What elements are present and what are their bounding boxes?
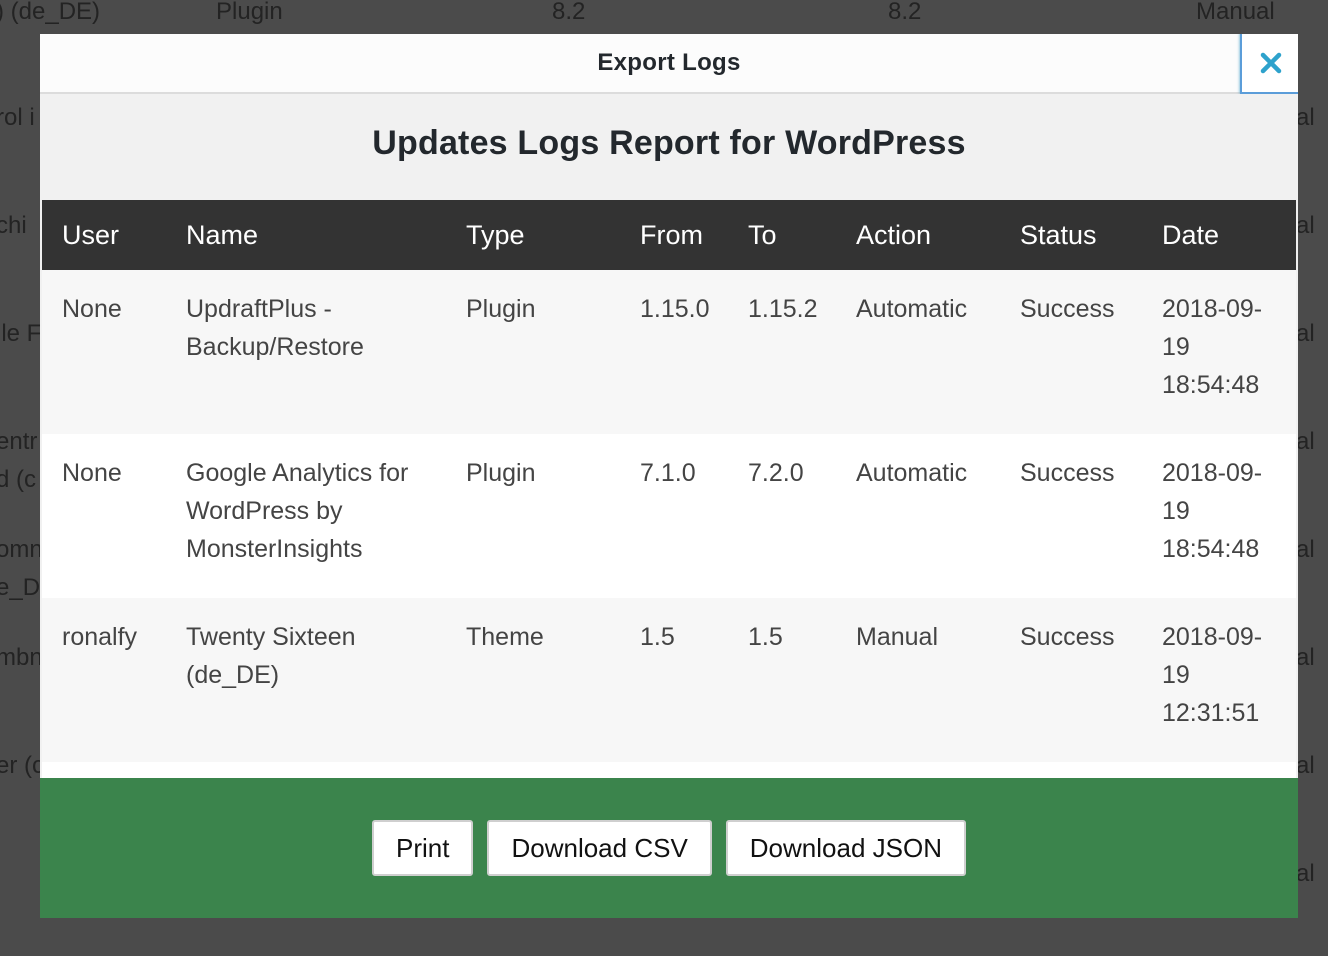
download-json-button[interactable]: Download JSON [725,820,966,876]
cell-action: Manual [856,623,938,651]
cell-date: 2018-09-19 18:54:48 [1162,295,1263,399]
cell-type: Plugin [466,459,536,487]
table-row: ronalfyTwenty SixteenTheme1.41.5ManualSu… [42,762,1296,778]
cell-to: 1.5 [748,623,783,651]
cell-name: UpdraftPlus - Backup/Restore [186,295,364,361]
background-text: ile F [0,320,42,347]
cell-user: ronalfy [62,623,138,651]
background-text: Plugin [216,0,283,25]
cell-status: Success [1020,459,1115,487]
export-logs-modal: Export Logs Updates Logs Report for Word… [40,34,1298,918]
table-row: ronalfy Twenty Sixteen (de_DE) Theme 1.5 1.5… [42,598,1296,762]
background-text: 8.2 [552,0,586,25]
background-text: al [1296,104,1315,131]
cell-action: Manual [836,762,1000,778]
background-text: al [1296,860,1315,887]
background-text: al [1296,752,1315,779]
cell-date: 2018-09-19 18:54:48 [1162,459,1263,563]
background-text: al [1296,428,1315,455]
table-body: None UpdraftPlus - Backup/Restore Plugin 1.… [42,270,1296,778]
cell-user: None [62,459,122,487]
background-text: Manual [1196,0,1275,25]
background-text: al [1296,536,1315,563]
cell-action: Automatic [856,295,968,323]
cell-from: 1.5 [640,623,675,651]
table-header-row: User Name Type From To Action Status Date [42,200,1296,270]
background-text: e_D [0,574,41,601]
cell-name: Twenty Sixteen [166,762,446,778]
background-text: al [1296,320,1315,347]
cell-status: Success [1020,623,1115,651]
column-header-action: Action [856,219,932,250]
background-text: omn [0,536,43,563]
background-text: entr [0,428,38,455]
cell-type: Theme [446,762,620,778]
column-header-status: Status [1020,219,1097,250]
table-row: None UpdraftPlus - Backup/Restore Plugin 1.… [42,270,1296,434]
close-x-icon [1260,52,1282,74]
column-header-from: From [640,219,703,250]
cell-type: Plugin [466,295,536,323]
cell-name: Twenty Sixteen (de_DE) [186,623,356,689]
cell-user: None [62,295,122,323]
column-header-date: Date [1162,219,1220,250]
background-text: 8.2 [888,0,922,25]
table-row: None Google Analytics for WordPress by Mo… [42,434,1296,598]
cell-from: 1.4 [620,762,728,778]
cell-date: 2018-09-19 12:31:51 [1162,623,1263,727]
background-text: rol i [0,104,35,131]
report-area[interactable]: Updates Logs Report for WordPress User Na… [40,94,1298,778]
column-header-type: Type [466,219,525,250]
modal-title: Export Logs [597,49,741,76]
modal-footer: Print Download CSV Download JSON [40,778,1298,918]
cell-status: Success [1020,295,1115,323]
cell-date: 2018-09-19 [1142,762,1296,778]
column-header-name: Name [186,219,259,250]
background-text: mbn [0,644,43,671]
background-text: d (c [0,466,37,493]
cell-from: 1.15.0 [640,295,710,323]
report-title: Updates Logs Report for WordPress [372,124,966,162]
modal-header: Export Logs [40,34,1298,94]
print-button[interactable]: Print [372,820,474,876]
column-header-to: To [748,219,777,250]
cell-user: ronalfy [42,762,166,778]
cell-to: 7.2.0 [748,459,804,487]
background-text: ) (de_DE) [0,0,101,25]
column-header-user: User [62,219,120,250]
cell-name: Google Analytics for WordPress by Monste… [186,459,409,563]
logs-table: User Name Type From To Action Status Date None U… [42,200,1296,778]
cell-type: Theme [466,623,544,651]
background-text: er (c [0,752,44,779]
close-button[interactable] [1240,34,1298,94]
background-text: al [1296,644,1315,671]
cell-action: Automatic [856,459,968,487]
cell-to: 1.5 [728,762,836,778]
cell-to: 1.15.2 [748,295,818,323]
cell-status: Success [1000,762,1142,778]
background-text: chi [0,212,27,239]
download-csv-button[interactable]: Download CSV [487,820,712,876]
background-text: al [1296,212,1315,239]
cell-from: 7.1.0 [640,459,696,487]
